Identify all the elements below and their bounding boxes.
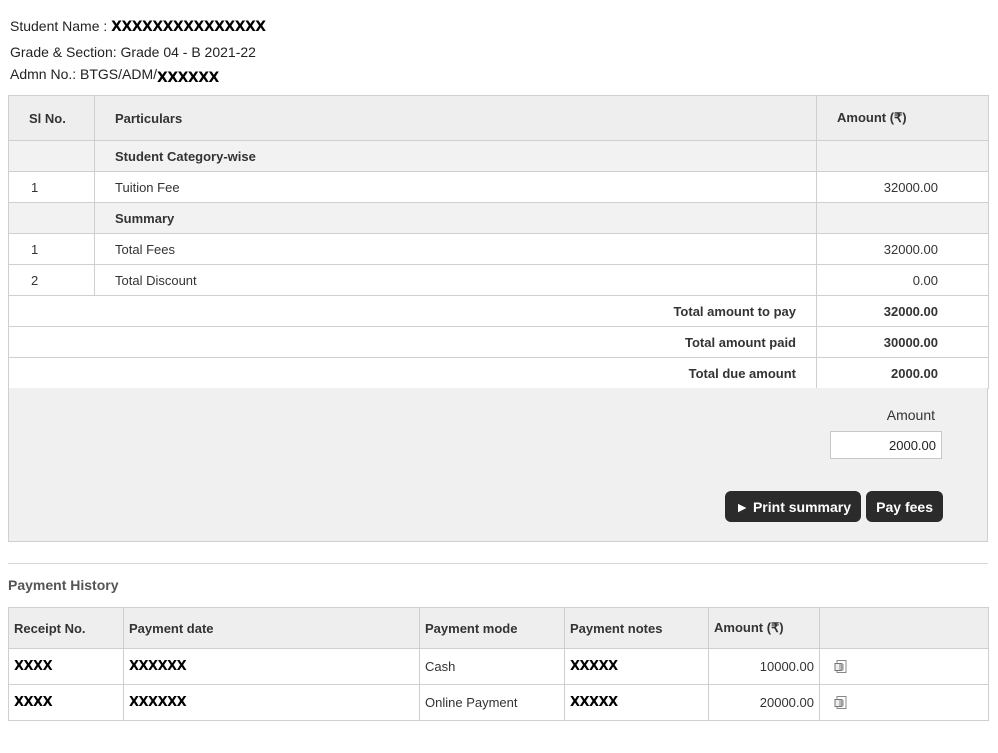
- payment-mode: Cash: [419, 648, 565, 685]
- total-row: Total amount to pay 32000.00: [8, 295, 989, 327]
- payment-notes: XXXXX: [564, 684, 709, 721]
- pay-fees-button[interactable]: Pay fees: [866, 491, 943, 522]
- col-sl-no: Sl No.: [8, 95, 95, 141]
- amount-input[interactable]: [830, 431, 942, 459]
- category-heading: Student Category-wise: [94, 140, 817, 172]
- admn-prefix: BTGS/ADM/: [80, 66, 158, 82]
- summary-row: 2 Total Discount 0.00: [8, 264, 989, 296]
- total-value: 30000.00: [816, 326, 989, 358]
- total-value: 2000.00: [816, 357, 989, 389]
- total-label: Total amount to pay: [8, 295, 817, 327]
- fees-header-row: Sl No. Particulars Amount (₹): [8, 95, 989, 141]
- payment-date: XXXXXX: [123, 648, 420, 685]
- total-value: 32000.00: [816, 295, 989, 327]
- admission-number-line: Admn No.: BTGS/ADM/XXXXXX: [10, 66, 219, 86]
- summary-sl: 1: [8, 233, 95, 265]
- summary-particular: Total Discount: [94, 264, 817, 296]
- fees-summary-table: Sl No. Particulars Amount (₹) Student Ca…: [8, 95, 989, 389]
- summary-row: 1 Total Fees 32000.00: [8, 233, 989, 265]
- payment-mode: Online Payment: [419, 684, 565, 721]
- section-divider: [8, 563, 988, 564]
- total-label: Total amount paid: [8, 326, 817, 358]
- col-payment-date: Payment date: [123, 607, 420, 649]
- col-amount: Amount (₹): [816, 95, 989, 141]
- print-summary-button[interactable]: ► Print summary: [725, 491, 861, 522]
- fee-amount: 32000.00: [816, 171, 989, 203]
- student-name-line: Student Name : XXXXXXXXXXXXXXX: [10, 18, 266, 35]
- payment-amount: 10000.00: [708, 648, 820, 685]
- payment-amount: 20000.00: [708, 684, 820, 721]
- grade-section-line: Grade & Section: Grade 04 - B 2021-22: [10, 44, 256, 60]
- payment-notes: XXXXX: [564, 648, 709, 685]
- total-row: Total due amount 2000.00: [8, 357, 989, 389]
- summary-heading: Summary: [94, 202, 817, 234]
- receipt-no: XXXX: [8, 684, 124, 721]
- payment-panel: Amount ► Print summary Pay fees: [8, 388, 988, 542]
- payment-history-title: Payment History: [8, 577, 119, 593]
- actions-cell: [819, 648, 989, 685]
- total-label: Total due amount: [8, 357, 817, 389]
- payment-date: XXXXXX: [123, 684, 420, 721]
- table-row: XXXX XXXXXX Cash XXXXX 10000.00: [8, 648, 989, 685]
- summary-amount: 0.00: [816, 264, 989, 296]
- fee-sl: 1: [8, 171, 95, 203]
- col-receipt: Receipt No.: [8, 607, 124, 649]
- admn-label: Admn No.:: [10, 66, 77, 82]
- admn-redacted: XXXXXX: [157, 70, 219, 86]
- total-row: Total amount paid 30000.00: [8, 326, 989, 358]
- col-payment-mode: Payment mode: [419, 607, 565, 649]
- fee-particular: Tuition Fee: [94, 171, 817, 203]
- student-name-value: XXXXXXXXXXXXXXX: [111, 19, 266, 35]
- grade-value: Grade 04 - B 2021-22: [120, 44, 256, 60]
- receipt-no: XXXX: [8, 648, 124, 685]
- grade-label: Grade & Section:: [10, 44, 117, 60]
- summary-heading-row: Summary: [8, 202, 989, 234]
- col-payment-notes: Payment notes: [564, 607, 709, 649]
- payment-history-table: Receipt No. Payment date Payment mode Pa…: [8, 607, 989, 721]
- actions-cell: [819, 684, 989, 721]
- table-row: XXXX XXXXXX Online Payment XXXXX 20000.0…: [8, 684, 989, 721]
- summary-particular: Total Fees: [94, 233, 817, 265]
- summary-amount: 32000.00: [816, 233, 989, 265]
- amount-label: Amount: [886, 407, 935, 423]
- fee-row: 1 Tuition Fee 32000.00: [8, 171, 989, 203]
- student-name-label: Student Name :: [10, 18, 108, 34]
- summary-sl: 2: [8, 264, 95, 296]
- receipt-doc-icon[interactable]: [833, 695, 849, 711]
- col-particulars: Particulars: [94, 95, 817, 141]
- history-header-row: Receipt No. Payment date Payment mode Pa…: [8, 607, 989, 649]
- col-history-amount: Amount (₹): [708, 607, 820, 649]
- col-actions: [819, 607, 989, 649]
- category-heading-row: Student Category-wise: [8, 140, 989, 172]
- receipt-doc-icon[interactable]: [833, 659, 849, 675]
